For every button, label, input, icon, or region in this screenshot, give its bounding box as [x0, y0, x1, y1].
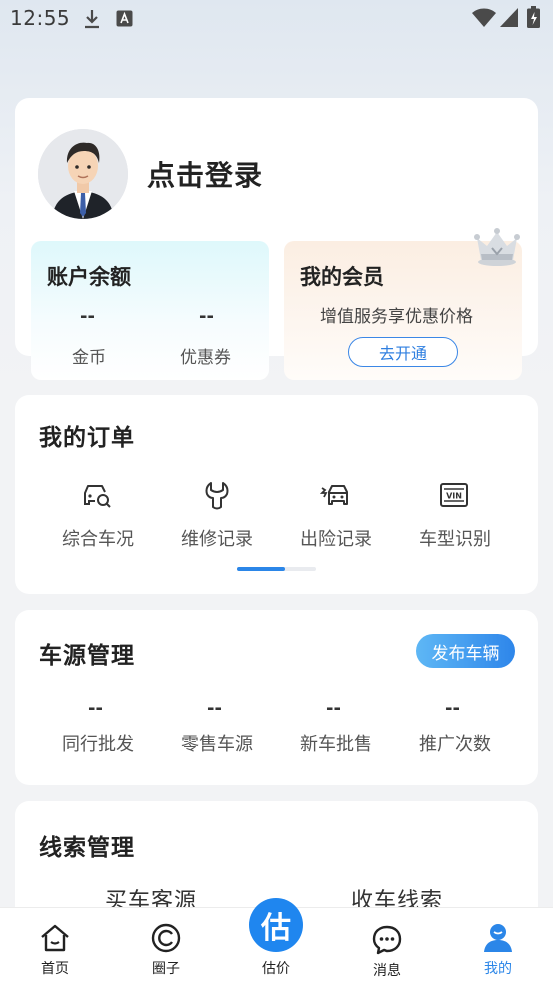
- open-membership-button[interactable]: 去开通: [348, 337, 458, 367]
- nav-label: 我的: [484, 961, 512, 977]
- order-item-label: 出险记录: [300, 529, 372, 550]
- message-icon: [372, 925, 402, 955]
- status-time: 12:55: [10, 6, 71, 30]
- status-bar: 12:55: [0, 0, 553, 38]
- order-item-vin-recognition[interactable]: VIN 车型识别: [405, 478, 505, 553]
- car-crash-icon: [320, 485, 348, 505]
- leads-title: 线索管理: [39, 835, 135, 861]
- car-search-icon: [84, 485, 111, 508]
- stat-label: 推广次数: [419, 734, 491, 755]
- estimate-fab-button[interactable]: 估: [249, 898, 303, 952]
- avatar[interactable]: [38, 129, 128, 219]
- publish-vehicle-button[interactable]: 发布车辆: [416, 634, 515, 668]
- crown-icon: [474, 228, 520, 266]
- profile-icon: [484, 924, 512, 952]
- stat-value: --: [445, 698, 460, 719]
- nav-label: 首页: [41, 961, 69, 977]
- nav-label: 消息: [373, 963, 401, 979]
- coins-value[interactable]: --: [80, 306, 95, 327]
- battery-icon: [527, 6, 540, 28]
- coins-label[interactable]: 金币: [72, 343, 106, 368]
- home-icon: [41, 924, 69, 952]
- orders-title: 我的订单: [39, 425, 135, 451]
- stat-label: 同行批发: [62, 734, 134, 755]
- signal-icon: [500, 8, 518, 27]
- nav-messages[interactable]: 消息: [357, 922, 417, 982]
- vehicle-source-title: 车源管理: [39, 643, 135, 669]
- stat-new-car-wholesale[interactable]: -- 新车批售: [286, 698, 386, 758]
- stat-value: --: [207, 698, 222, 719]
- coupons-value[interactable]: --: [199, 306, 214, 327]
- order-item-repair-record[interactable]: 维修记录: [167, 478, 267, 553]
- stat-retail-source[interactable]: -- 零售车源: [167, 698, 267, 758]
- stat-label: 零售车源: [181, 734, 253, 755]
- nav-label: 圈子: [152, 961, 180, 977]
- login-prompt[interactable]: 点击登录: [147, 154, 263, 194]
- coupons-label[interactable]: 优惠券: [180, 343, 231, 368]
- nav-home[interactable]: 首页: [25, 920, 85, 980]
- stat-peer-wholesale[interactable]: -- 同行批发: [48, 698, 148, 758]
- order-item-label: 维修记录: [181, 529, 253, 550]
- membership-description: 增值服务享优惠价格: [320, 307, 473, 327]
- wifi-icon: [472, 8, 496, 27]
- nav-circle[interactable]: 圈子: [136, 920, 196, 980]
- page-indicator-thumb: [237, 567, 285, 571]
- vin-text: VIN: [446, 492, 462, 501]
- order-item-accident-record[interactable]: 出险记录: [286, 478, 386, 553]
- circle-icon: [151, 923, 181, 953]
- vin-icon: VIN: [440, 483, 468, 507]
- stat-label: 新车批售: [300, 734, 372, 755]
- stat-promotion-count[interactable]: -- 推广次数: [405, 698, 505, 758]
- stat-value: --: [88, 698, 103, 719]
- order-item-vehicle-condition[interactable]: 综合车况: [48, 478, 148, 553]
- nav-profile[interactable]: 我的: [468, 920, 528, 980]
- font-app-icon: [116, 10, 133, 27]
- membership-title: 我的会员: [300, 265, 384, 289]
- stat-value: --: [326, 698, 341, 719]
- order-item-label: 综合车况: [62, 529, 134, 550]
- download-icon: [85, 10, 99, 29]
- balance-title: 账户余额: [47, 265, 131, 289]
- avatar-illustration-icon: [38, 129, 128, 219]
- order-item-label: 车型识别: [419, 529, 491, 550]
- wrench-icon: [205, 482, 229, 510]
- nav-estimate-label[interactable]: 估价: [246, 958, 306, 978]
